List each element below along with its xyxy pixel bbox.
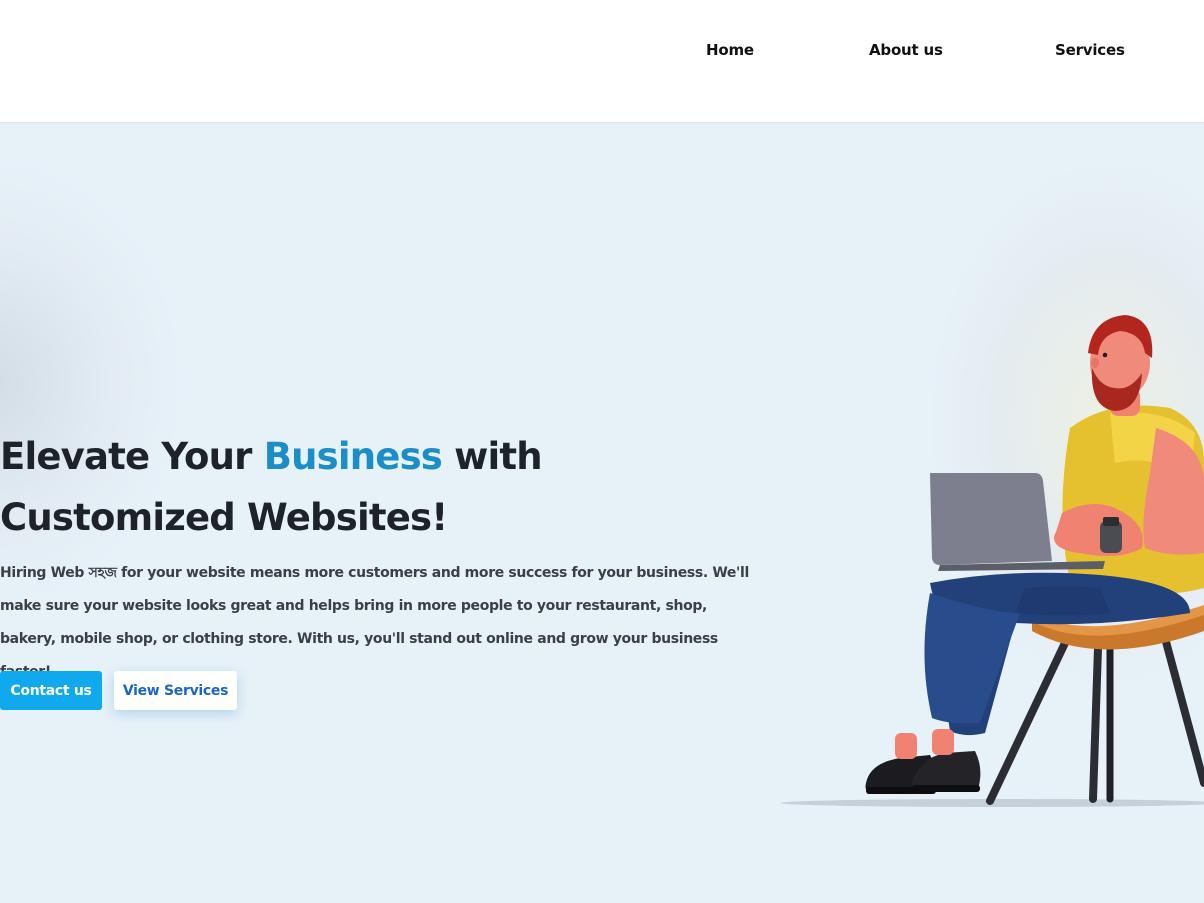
hero-headline: Elevate Your Business with Customized We… — [0, 426, 760, 548]
headline-accent-word: Business — [263, 435, 443, 478]
person-with-laptop-illustration — [780, 315, 1204, 807]
headline-text-start: Elevate Your — [0, 435, 264, 478]
top-navbar: Home About us Services — [0, 0, 1204, 123]
hero-section: Elevate Your Business with Customized We… — [0, 123, 1204, 903]
nav-services-link[interactable]: Services — [1055, 41, 1125, 59]
nav-about-link[interactable]: About us — [869, 41, 943, 59]
view-services-button[interactable]: View Services — [114, 671, 237, 710]
contact-us-button[interactable]: Contact us — [0, 671, 102, 710]
hero-description: Hiring Web সহজ for your website means mo… — [0, 565, 749, 680]
nav-home-link[interactable]: Home — [706, 41, 754, 59]
